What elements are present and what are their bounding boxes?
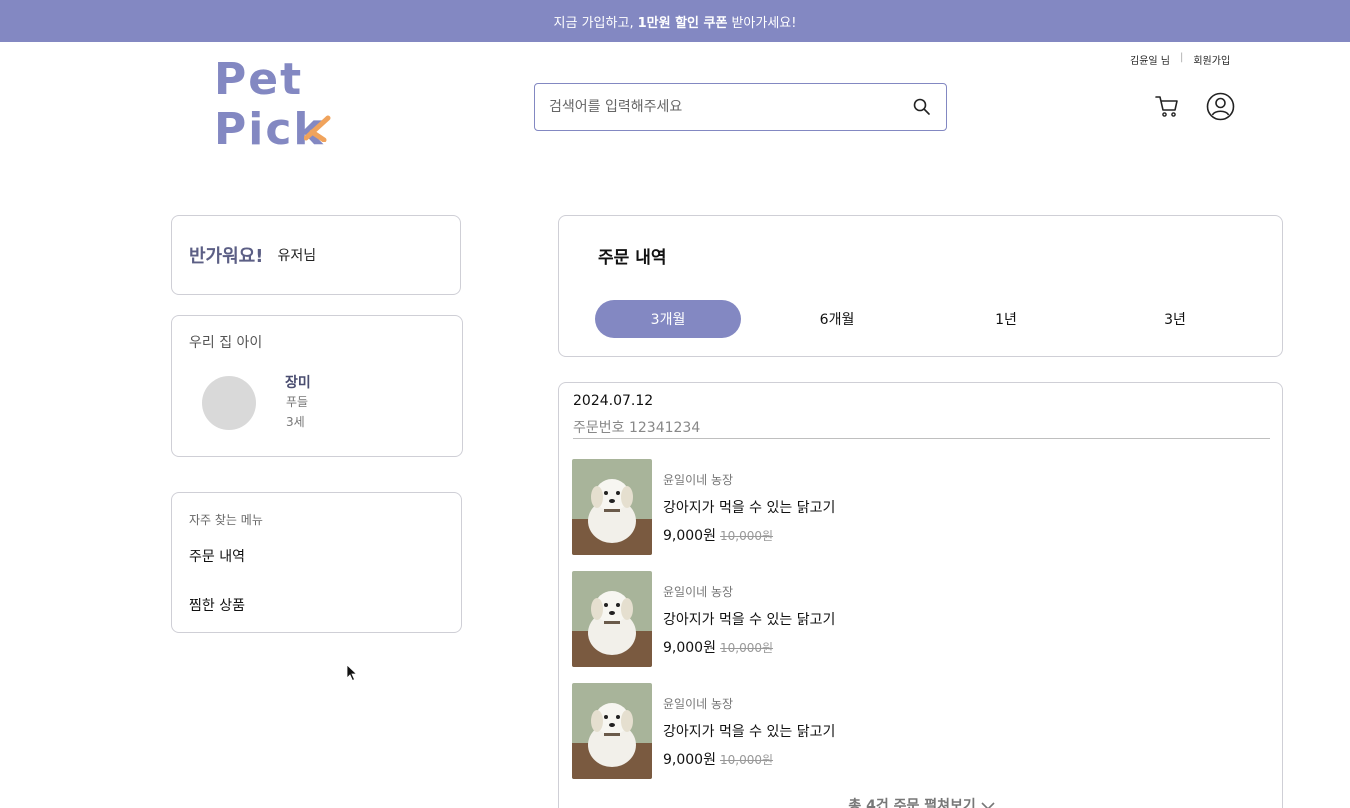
- product-image[interactable]: [572, 683, 652, 779]
- tab-1-year[interactable]: 1년: [933, 300, 1079, 338]
- seller-name: 윤일이네 농장: [663, 473, 734, 487]
- order-item[interactable]: 윤일이네 농장 강아지가 먹을 수 있는 닭고기 9,000원 10,000원: [572, 571, 1272, 669]
- logo-line-1: Pet: [214, 54, 304, 105]
- banner-text-post: 받아가세요!: [731, 15, 797, 31]
- pet-age: 3세: [286, 415, 305, 429]
- sale-price: 9,000원: [663, 528, 716, 544]
- frequent-menu-title: 자주 찾는 메뉴: [189, 513, 263, 527]
- product-name[interactable]: 강아지가 먹을 수 있는 닭고기: [663, 721, 835, 741]
- pet-name: 장미: [285, 375, 311, 391]
- user-name-link[interactable]: 김윤일 님: [1130, 52, 1170, 67]
- frequent-menu-card: 자주 찾는 메뉴 주문 내역 찜한 상품: [171, 492, 462, 633]
- original-price: 10,000원: [720, 641, 774, 655]
- pet-avatar: [202, 376, 256, 430]
- order-list-card: 2024.07.12 주문번호 12341234 윤일이네 농장 강아지가 먹을…: [558, 382, 1283, 808]
- original-price: 10,000원: [720, 529, 774, 543]
- pet-card-title: 우리 집 아이: [189, 335, 263, 351]
- product-name[interactable]: 강아지가 먹을 수 있는 닭고기: [663, 609, 835, 629]
- divider: [573, 438, 1270, 439]
- promo-banner[interactable]: 지금 가입하고, 1만원 할인 쿠폰 받아가세요!: [0, 0, 1350, 42]
- search-input[interactable]: [549, 99, 912, 115]
- separator: |: [1179, 52, 1184, 63]
- order-number: 주문번호 12341234: [573, 420, 701, 436]
- top-links: 김윤일 님 | 회원가입: [1130, 52, 1230, 67]
- mouse-cursor-icon: [346, 664, 358, 682]
- expand-orders-label: 총 4건 주문 펼쳐보기: [848, 798, 976, 808]
- expand-orders-button[interactable]: 총 4건 주문 펼쳐보기: [559, 795, 1284, 808]
- greeting-text: 반가워요!: [189, 246, 264, 267]
- chevron-down-icon: [981, 802, 995, 808]
- user-icon[interactable]: [1206, 92, 1235, 121]
- user-name: 유저님: [277, 248, 317, 264]
- product-name[interactable]: 강아지가 먹을 수 있는 닭고기: [663, 497, 835, 517]
- banner-highlight: 1만원 할인 쿠폰: [637, 15, 728, 31]
- order-item[interactable]: 윤일이네 농장 강아지가 먹을 수 있는 닭고기 9,000원 10,000원: [572, 459, 1272, 557]
- seller-name: 윤일이네 농장: [663, 697, 734, 711]
- signup-link[interactable]: 회원가입: [1193, 52, 1230, 67]
- period-tabs: 3개월 6개월 1년 3년: [595, 300, 1275, 338]
- product-image[interactable]: [572, 571, 652, 667]
- order-date: 2024.07.12: [573, 393, 654, 409]
- pet-breed: 푸들: [286, 395, 309, 409]
- tab-3-years[interactable]: 3년: [1102, 300, 1248, 338]
- greeting-card: 반가워요! 유저님: [171, 215, 461, 295]
- order-history-title: 주문 내역: [598, 248, 667, 268]
- banner-text-pre: 지금 가입하고,: [553, 15, 634, 31]
- sale-price: 9,000원: [663, 752, 716, 768]
- sale-price: 9,000원: [663, 640, 716, 656]
- seller-name: 윤일이네 농장: [663, 585, 734, 599]
- search-bar[interactable]: [534, 83, 947, 131]
- logo[interactable]: Pet Pick: [212, 54, 342, 158]
- pet-card[interactable]: 우리 집 아이 장미 푸들 3세: [171, 315, 463, 457]
- logo-accent-icon: [304, 115, 331, 142]
- tab-6-months[interactable]: 6개월: [764, 300, 910, 338]
- cart-icon[interactable]: [1153, 92, 1181, 120]
- menu-item-order-history[interactable]: 주문 내역: [189, 546, 245, 566]
- order-item[interactable]: 윤일이네 농장 강아지가 먹을 수 있는 닭고기 9,000원 10,000원: [572, 683, 1272, 781]
- original-price: 10,000원: [720, 753, 774, 767]
- tab-3-months[interactable]: 3개월: [595, 300, 741, 338]
- order-history-card: 주문 내역 3개월 6개월 1년 3년: [558, 215, 1283, 357]
- menu-item-wishlist[interactable]: 찜한 상품: [189, 595, 245, 615]
- product-image[interactable]: [572, 459, 652, 555]
- search-icon[interactable]: [912, 97, 932, 117]
